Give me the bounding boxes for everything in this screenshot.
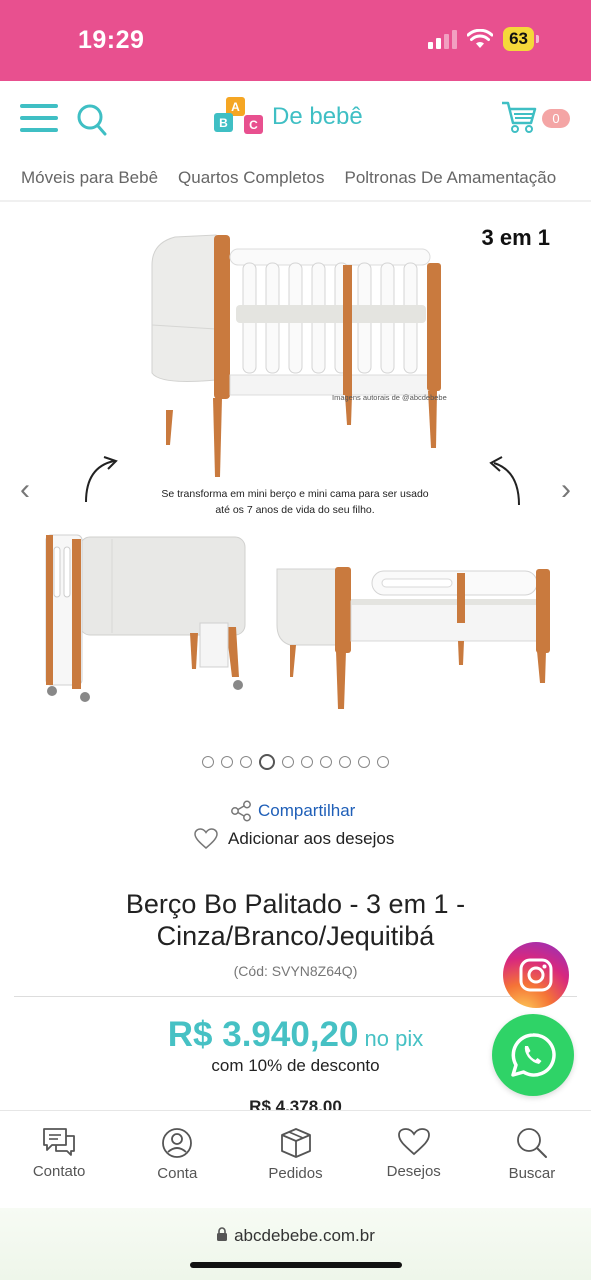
chat-icon <box>43 1128 75 1156</box>
nav-contato[interactable]: Contato <box>0 1111 118 1208</box>
instagram-icon <box>519 958 553 992</box>
wishlist-label: Adicionar aos desejos <box>228 829 395 848</box>
search-icon[interactable] <box>76 103 108 137</box>
package-icon <box>280 1128 311 1158</box>
status-bar: 19:29 63 <box>0 0 591 81</box>
carousel-dot[interactable] <box>358 756 370 768</box>
user-icon <box>162 1128 193 1158</box>
category-quartos[interactable]: Quartos Completos <box>178 157 324 200</box>
product-title-line-2: Cinza/Branco/Jequitibá <box>156 921 435 951</box>
carousel-dots[interactable] <box>0 754 591 770</box>
nav-conta[interactable]: Conta <box>118 1111 236 1208</box>
carousel-dot[interactable] <box>221 756 233 768</box>
status-time: 19:29 <box>78 26 145 54</box>
product-image-gallery[interactable]: 3 em 1 Imagens autorais de @abcdebebe ‹ … <box>0 205 591 735</box>
add-to-wishlist-button[interactable]: Adicionar aos desejos <box>194 828 394 850</box>
nav-conta-label: Conta <box>157 1165 198 1182</box>
browser-url-bar[interactable]: abcdebebe.com.br <box>0 1208 591 1280</box>
nav-desejos[interactable]: Desejos <box>355 1111 473 1208</box>
share-button[interactable]: Compartilhar <box>230 800 355 822</box>
url-display[interactable]: abcdebebe.com.br <box>0 1226 591 1246</box>
category-poltronas[interactable]: Poltronas De Amamentação <box>344 157 556 200</box>
battery-level: 63 <box>503 27 534 51</box>
caption-line-2: até os 7 anos de vida do seu filho. <box>215 504 375 516</box>
heart-outline-icon <box>397 1128 430 1156</box>
gallery-prev-arrow[interactable]: ‹ <box>20 473 30 507</box>
whatsapp-button[interactable] <box>492 1014 574 1096</box>
product-title-line-1: Berço Bo Palitado - 3 em 1 - <box>125 889 466 919</box>
pix-label: no pix <box>364 1026 424 1051</box>
carousel-dot[interactable] <box>240 756 252 768</box>
hamburger-menu-icon[interactable] <box>20 104 58 132</box>
regular-price: R$ 4.378,00 <box>249 1097 342 1111</box>
carousel-dot[interactable] <box>301 756 313 768</box>
crib-main-image <box>85 234 520 506</box>
logo-text: De bebê <box>272 103 363 130</box>
category-nav: Móveis para Bebê Quartos Completos Poltr… <box>0 157 591 202</box>
logo-block-b: B <box>214 113 233 132</box>
site-header: A B C De bebê 0 <box>0 81 591 157</box>
nav-buscar[interactable]: Buscar <box>473 1111 591 1208</box>
caption-line-1: Se transforma em mini berço e mini cama … <box>161 488 429 500</box>
mini-crib-image <box>45 534 246 702</box>
bottom-nav: Contato Conta Pedidos Desejos Buscar <box>0 1110 591 1208</box>
image-watermark: Imagens autorais de @abcdebebe <box>332 393 447 402</box>
product-title: Berço Bo Palitado - 3 em 1 - Cinza/Branc… <box>40 888 551 952</box>
pix-price: R$ 3.940,20 <box>167 1015 359 1054</box>
status-icons: 63 <box>428 27 539 51</box>
lock-icon <box>217 1227 228 1241</box>
carousel-dot[interactable] <box>377 756 389 768</box>
share-label: Compartilhar <box>258 801 356 820</box>
carousel-dot[interactable] <box>202 756 214 768</box>
logo-blocks: A B C <box>212 97 270 137</box>
cart-icon[interactable] <box>500 99 538 135</box>
heart-icon <box>194 828 218 849</box>
cart-count-badge[interactable]: 0 <box>542 109 570 128</box>
gallery-next-arrow[interactable]: › <box>561 473 571 507</box>
battery-icon: 63 <box>503 27 539 51</box>
cellular-signal-icon <box>428 29 458 49</box>
whatsapp-icon <box>511 1033 556 1077</box>
divider <box>14 996 577 997</box>
category-moveis[interactable]: Móveis para Bebê <box>21 157 158 200</box>
share-icon <box>231 800 251 822</box>
carousel-dot[interactable] <box>282 756 294 768</box>
carousel-dot[interactable] <box>339 756 351 768</box>
search-nav-icon <box>517 1128 547 1158</box>
wifi-icon <box>467 29 494 48</box>
carousel-dot[interactable] <box>320 756 332 768</box>
home-indicator[interactable] <box>190 1262 402 1268</box>
mini-bed-image <box>276 567 550 709</box>
logo-block-c: C <box>244 115 263 134</box>
nav-contato-label: Contato <box>32 1163 86 1180</box>
url-text: abcdebebe.com.br <box>234 1226 375 1245</box>
site-logo[interactable]: A B C De bebê <box>212 97 363 137</box>
nav-pedidos[interactable]: Pedidos <box>236 1111 354 1208</box>
nav-buscar-label: Buscar <box>508 1165 556 1182</box>
gallery-caption: Se transforma em mini berço e mini cama … <box>150 486 440 518</box>
nav-desejos-label: Desejos <box>386 1163 441 1180</box>
nav-pedidos-label: Pedidos <box>268 1165 323 1182</box>
instagram-button[interactable] <box>503 942 569 1008</box>
carousel-dot-active[interactable] <box>259 754 275 770</box>
